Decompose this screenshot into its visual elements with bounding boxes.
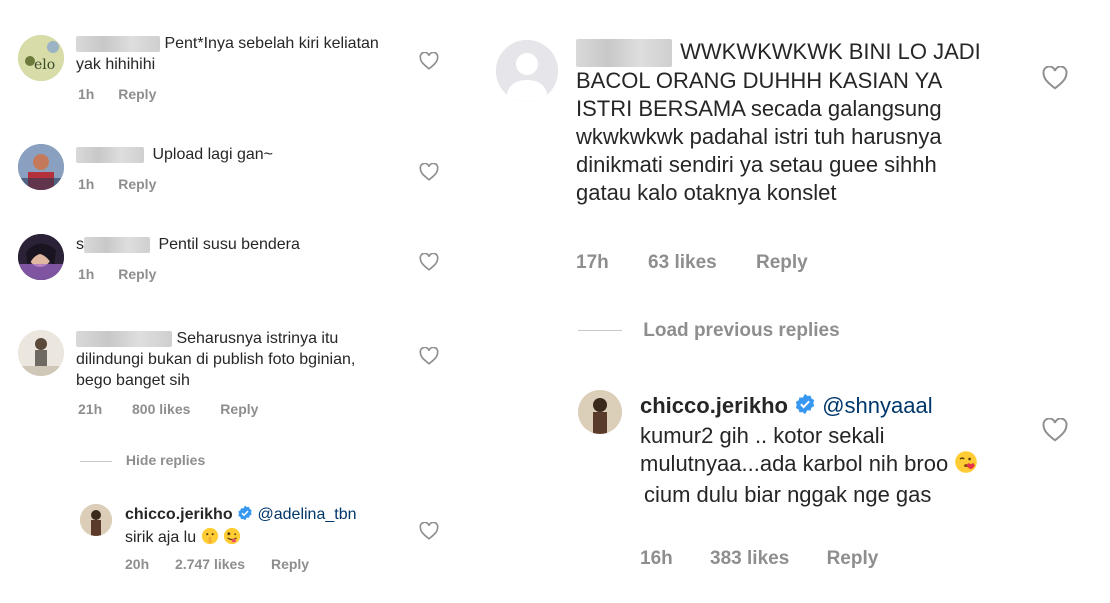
comment-time: 16h — [640, 548, 673, 569]
like-heart-icon[interactable] — [419, 252, 439, 276]
comment-meta: 21h 800 likes Reply — [78, 401, 258, 417]
like-heart-icon[interactable] — [1042, 417, 1068, 447]
comment-meta: 16h 383 likes Reply — [640, 548, 878, 570]
comment-meta: 1h Reply — [78, 176, 156, 192]
reply-item: chicco.jerikho @shnyaaal kumur2 gih .. k… — [478, 380, 1110, 590]
verified-badge-icon — [794, 393, 816, 422]
comment-meta: 17h 63 likes Reply — [576, 252, 808, 274]
comment-time: 21h — [78, 401, 103, 417]
reply-button[interactable]: Reply — [118, 176, 156, 192]
comment-item: Seharusnya istrinya itu dilindungi bukan… — [0, 318, 450, 428]
comment-item: WWKWKWKWK BINI LO JADI BACOL ORANG DUHHH… — [478, 0, 1110, 290]
left-comments-panel: elo Pent*Inya sebelah kiri keliatan yak … — [0, 0, 450, 603]
blurred-username[interactable] — [84, 236, 150, 253]
like-heart-icon[interactable] — [1042, 65, 1068, 95]
reply-button[interactable]: Reply — [756, 252, 808, 273]
username-link[interactable]: chicco.jerikho — [640, 393, 788, 418]
hide-replies-button[interactable]: Hide replies — [80, 452, 205, 468]
blurred-username[interactable] — [576, 39, 672, 68]
svg-text:elo: elo — [34, 57, 55, 73]
comment-item: Upload lagi gan~ 1h Reply — [0, 130, 450, 210]
shushing-face-icon — [201, 527, 219, 551]
load-previous-replies-button[interactable]: Load previous replies — [578, 320, 840, 342]
likes-count[interactable]: 800 likes — [132, 401, 190, 417]
avatar[interactable] — [578, 390, 622, 434]
username-link[interactable]: chicco.jerikho — [125, 506, 233, 523]
divider-line — [80, 460, 112, 462]
right-comments-panel: WWKWKWKWK BINI LO JADI BACOL ORANG DUHHH… — [478, 0, 1110, 603]
face-blowing-kiss-icon — [954, 450, 978, 481]
comment-item: s Pentil susu bendera 1h Reply — [0, 220, 450, 300]
likes-count[interactable]: 63 likes — [648, 252, 717, 273]
reply-item: chicco.jerikho @adelina_tbn sirik aja lu… — [0, 496, 450, 596]
like-heart-icon[interactable] — [419, 346, 439, 370]
comment-text: WWKWKWKWK BINI LO JADI BACOL ORANG DUHHH… — [576, 39, 981, 206]
zany-face-icon — [223, 527, 241, 551]
reply-button[interactable]: Reply — [271, 556, 309, 572]
blurred-username[interactable] — [76, 330, 172, 347]
avatar[interactable] — [80, 504, 112, 536]
comment-time: 20h — [125, 556, 150, 572]
blurred-username[interactable] — [76, 146, 144, 163]
reply-button[interactable]: Reply — [220, 401, 258, 417]
comment-time: 1h — [78, 176, 95, 192]
reply-button[interactable]: Reply — [118, 266, 156, 282]
comment-text: s Pentil susu bendera — [76, 236, 300, 253]
mention-link[interactable]: @shnyaaal — [822, 393, 932, 418]
comment-time: 1h — [78, 86, 95, 102]
like-heart-icon[interactable] — [419, 51, 439, 75]
likes-count[interactable]: 383 likes — [710, 548, 789, 569]
blurred-username[interactable] — [76, 35, 160, 52]
divider-line — [578, 330, 622, 332]
reply-button[interactable]: Reply — [827, 548, 879, 569]
comment-meta: 1h Reply — [78, 86, 156, 102]
like-heart-icon[interactable] — [419, 162, 439, 186]
comment-item: elo Pent*Inya sebelah kiri keliatan yak … — [0, 0, 450, 110]
comment-time: 1h — [78, 266, 95, 282]
comment-text: Upload lagi gan~ — [76, 144, 396, 165]
comment-time: 17h — [576, 252, 609, 273]
default-avatar-icon[interactable] — [496, 40, 558, 102]
reply-button[interactable]: Reply — [118, 86, 156, 102]
comment-text: Seharusnya istrinya itu dilindungi bukan… — [76, 330, 356, 389]
comment-text: Pent*Inya sebelah kiri keliatan yak hihi… — [76, 35, 379, 73]
mention-link[interactable]: @adelina_tbn — [258, 506, 357, 523]
comment-text: chicco.jerikho @shnyaaal kumur2 gih .. k… — [640, 392, 1020, 509]
like-heart-icon[interactable] — [419, 521, 439, 545]
avatar[interactable] — [18, 144, 64, 190]
verified-badge-icon — [237, 505, 253, 527]
avatar[interactable] — [18, 234, 64, 280]
comment-meta: 1h Reply — [78, 266, 156, 282]
likes-count[interactable]: 2.747 likes — [175, 556, 245, 572]
panel-separator — [450, 0, 478, 603]
comment-text: chicco.jerikho @adelina_tbn sirik aja lu — [125, 504, 415, 551]
avatar[interactable] — [18, 330, 64, 376]
comment-meta: 20h 2.747 likes Reply — [125, 556, 309, 572]
avatar[interactable]: elo — [18, 35, 64, 81]
